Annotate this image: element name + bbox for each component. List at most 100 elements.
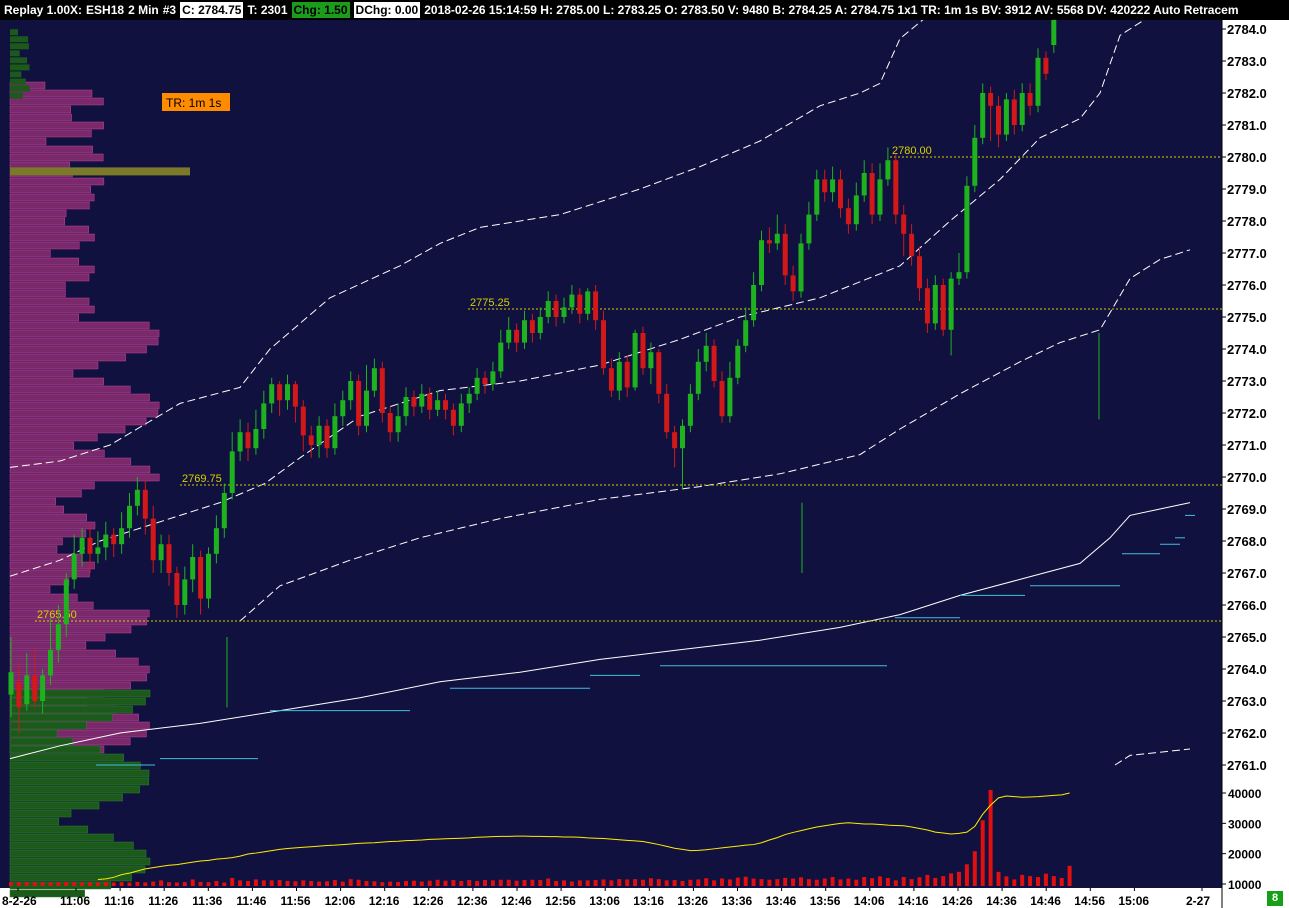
volume-bar — [95, 882, 100, 886]
candle-body — [182, 579, 188, 605]
candle-body — [1027, 93, 1033, 106]
candle-body — [482, 377, 488, 385]
profile-bar — [9, 785, 140, 794]
symbol-label[interactable]: ESH18 — [86, 2, 124, 18]
level-label: 2769.75 — [182, 473, 222, 485]
time-tick-label: 14:26 — [942, 894, 973, 908]
study-count-badge[interactable]: 8 — [1267, 891, 1283, 906]
profile-bar — [9, 113, 72, 122]
volume-bar — [775, 879, 780, 886]
profile-bar — [9, 449, 105, 458]
volume-bar — [806, 879, 811, 886]
volume-bar — [88, 882, 92, 886]
candle-body — [419, 393, 425, 407]
volume-bar — [151, 881, 156, 886]
candle-body — [40, 675, 46, 701]
profile-bar — [9, 345, 147, 354]
profile-bar — [9, 409, 159, 418]
volume-bar — [372, 881, 377, 886]
candle-body — [63, 579, 69, 625]
profile-bar — [9, 249, 51, 258]
volume-bar — [680, 880, 685, 886]
volume-bar — [1012, 879, 1017, 886]
profile-bar — [10, 92, 23, 99]
profile-bar — [9, 857, 151, 866]
time-tick-label: 15:06 — [1118, 894, 1149, 908]
time-tick-label: 2-27 — [1186, 894, 1210, 908]
candle-body — [395, 416, 401, 433]
price-tick-label: 2784.0 — [1227, 22, 1267, 37]
volume-bar — [633, 879, 638, 886]
volume-bar — [356, 879, 361, 886]
candle-body — [364, 390, 369, 426]
volume-bar — [467, 880, 472, 886]
volume-bar — [554, 880, 559, 886]
chart-number: #3 — [162, 3, 177, 17]
price-tick-label: 2777.0 — [1227, 246, 1267, 261]
candle-body — [545, 301, 551, 317]
profile-bar — [9, 737, 73, 746]
candle-body — [498, 342, 504, 372]
candle-body — [387, 413, 393, 433]
candle-body — [111, 534, 117, 545]
profile-bar — [9, 585, 51, 594]
price-tick-label: 2772.0 — [1227, 406, 1267, 421]
volume-bar — [617, 879, 622, 886]
candle-body — [569, 294, 575, 308]
volume-bar — [862, 877, 867, 886]
volume-bar — [562, 880, 566, 886]
daily-change-box: DChg: 0.00 — [353, 2, 421, 18]
candle-body — [466, 393, 472, 404]
level-label: 2765.50 — [37, 609, 77, 621]
profile-bar — [9, 457, 132, 466]
candle-body — [988, 93, 994, 106]
volume-bar — [301, 880, 306, 886]
candle-body — [127, 505, 132, 529]
chart-window: 2784.0 2783.0 2782.0 2781.0 2780.0 2779.0 2778… — [0, 0, 1289, 908]
candle-body — [1019, 93, 1025, 125]
profile-bar — [10, 50, 20, 57]
volume-bar — [514, 880, 519, 886]
time-tick-label: 11:26 — [148, 894, 178, 908]
candle-body — [759, 240, 764, 285]
profile-bar — [9, 401, 160, 410]
price-tick-label: 2774.0 — [1227, 342, 1267, 357]
price-chart[interactable]: 2784.0 2783.0 2782.0 2781.0 2780.0 2779.0 2778… — [0, 0, 1289, 908]
profile-bar — [9, 489, 82, 498]
candle-body — [522, 320, 527, 343]
time-tick-label: 11:16 — [104, 894, 134, 908]
volume-bar — [9, 882, 13, 886]
volume-bar — [340, 881, 345, 886]
volume-bar — [24, 882, 29, 886]
time-tick-label: 13:06 — [589, 894, 620, 908]
profile-bar — [9, 569, 90, 578]
candle-body — [16, 681, 22, 708]
time-tick-label: 11:56 — [281, 894, 311, 908]
profile-bar — [9, 241, 80, 250]
candle-body — [956, 272, 962, 279]
volume-bar — [933, 877, 938, 886]
candle-body — [585, 291, 591, 314]
volume-bar — [48, 882, 53, 886]
candle-body — [245, 432, 251, 449]
candle-body — [174, 573, 180, 605]
candle-body — [529, 320, 535, 333]
candle-body — [229, 451, 235, 493]
volume-bar — [269, 880, 274, 886]
volume-bar — [230, 877, 235, 886]
volume-bar — [641, 879, 645, 886]
profile-bar — [9, 233, 95, 242]
volume-bar — [174, 882, 179, 886]
interval-label[interactable]: 2 Min — [128, 2, 159, 18]
candle-body — [458, 403, 464, 426]
volume-bar — [917, 877, 922, 886]
profile-bar — [9, 361, 99, 370]
candle-body — [450, 409, 456, 426]
volume-bar — [957, 871, 961, 886]
candle-body — [901, 214, 907, 234]
profile-bar — [9, 721, 87, 730]
candle-body — [664, 393, 670, 433]
candle-body — [624, 361, 630, 388]
profile-bar — [9, 769, 150, 778]
candle-body — [158, 544, 164, 561]
